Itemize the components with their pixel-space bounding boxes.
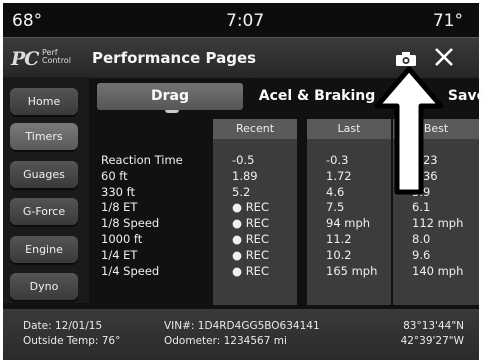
longitude-text: 83°13'44"N — [403, 320, 464, 332]
cell-value: 6.1 — [412, 200, 431, 215]
row-label: Reaction Time — [101, 153, 183, 167]
row-labels: Reaction Time 60 ft 330 ft 1/8 ET 1/8 Sp… — [101, 153, 183, 279]
cell-value: 10.2 — [326, 247, 352, 262]
odometer-text: Odometer: 1234567 mi — [164, 335, 287, 347]
cell-value: 112 mph — [412, 216, 464, 231]
row-label: 330 ft — [101, 184, 135, 199]
sidebar-item-home[interactable]: Home — [10, 88, 78, 115]
sidebar-item-guages[interactable]: Guages — [10, 161, 78, 188]
cell-value: 7.5 — [326, 200, 345, 215]
cell-value: 9.6 — [412, 247, 431, 262]
cell-value: 5.2 — [232, 184, 251, 199]
latitude-text: 42°39'27"W — [400, 335, 464, 347]
camera-icon[interactable] — [396, 52, 416, 66]
cell-value: ● REC — [232, 200, 269, 215]
cell-value: ● REC — [232, 231, 269, 246]
up-arrow-callout — [374, 66, 444, 195]
cell-value: 8.0 — [412, 231, 431, 246]
clock: 7:07 — [226, 11, 265, 31]
row-label: 60 ft — [101, 168, 128, 183]
column-header-recent: Recent — [213, 119, 297, 139]
cell-value: ● REC — [232, 263, 269, 278]
date-text: Date: 12/01/15 — [23, 320, 103, 332]
sidebar-item-engine[interactable]: Engine — [10, 236, 78, 263]
uconnect-screen: 68° 7:07 71° PC Perf Control Performance … — [3, 3, 483, 360]
row-label: 1/4 ET — [101, 247, 138, 262]
tab-drag[interactable]: Drag — [97, 83, 243, 113]
tab-acel-braking[interactable]: Acel & Braking — [247, 83, 387, 110]
outside-temp-text: Outside Temp: 76° — [23, 335, 121, 347]
cell-value: 140 mph — [412, 263, 464, 278]
cell-value: ● REC — [232, 216, 269, 231]
info-footer: Date: 12/01/15 Outside Temp: 76° VIN#: 1… — [3, 309, 479, 360]
cell-value: 11.2 — [326, 231, 352, 246]
sidebar: Home Timers Guages G-Force Engine Dyno — [3, 77, 89, 303]
cell-value: 165 mph — [326, 263, 378, 278]
row-label: 1/8 Speed — [101, 216, 160, 231]
row-label: 1/8 ET — [101, 200, 138, 215]
sidebar-item-timers[interactable]: Timers — [10, 123, 78, 150]
row-label: 1000 ft — [101, 231, 143, 246]
driver-temp[interactable]: 68° — [12, 11, 42, 31]
cell-value: -0.5 — [232, 153, 255, 167]
cell-value: 94 mph — [326, 216, 371, 231]
recent-column: Recent -0.5 1.89 5.2 ● REC ● REC ● REC ●… — [213, 119, 297, 305]
status-bar: 68° 7:07 71° — [3, 3, 479, 37]
row-label: 1/4 Speed — [101, 263, 160, 278]
sidebar-item-g-force[interactable]: G-Force — [10, 198, 78, 225]
sidebar-item-dyno[interactable]: Dyno — [10, 273, 78, 300]
page-title: Performance Pages — [92, 49, 257, 67]
perf-control-logo: PC Perf Control — [11, 48, 71, 70]
vin-text: VIN#: 1D4RD4GG5BO634141 — [164, 320, 320, 332]
passenger-temp[interactable]: 71° — [433, 11, 463, 31]
cell-value: ● REC — [232, 247, 269, 262]
cell-value: 1.89 — [232, 168, 258, 183]
